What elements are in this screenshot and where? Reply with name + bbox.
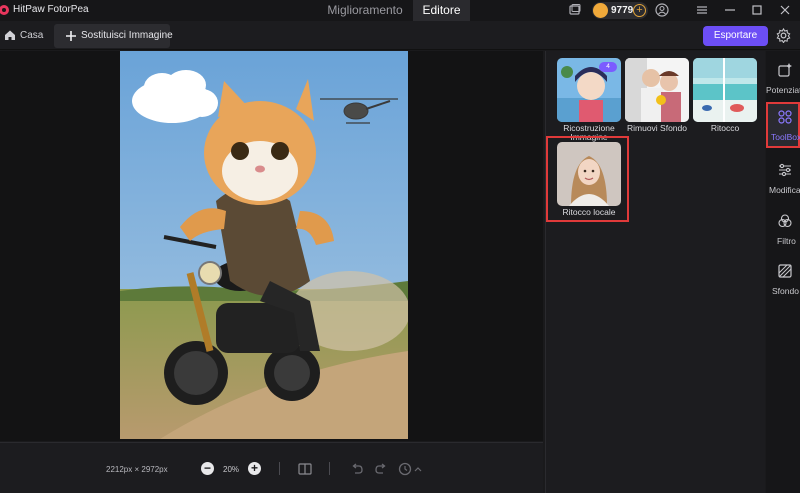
right-nav: Potenziatore ToolBox Modifica Filtro xyxy=(766,51,800,493)
coin-icon xyxy=(593,3,608,18)
replace-image-button[interactable]: Sostituisci Immagine xyxy=(54,24,173,48)
new-badge: 4 xyxy=(599,62,617,72)
edited-photo[interactable] xyxy=(120,51,408,439)
minimize-icon[interactable] xyxy=(723,3,737,17)
selection-highlight xyxy=(546,136,629,222)
credits-value: 9779 xyxy=(611,5,634,16)
nav-label: Sfondo xyxy=(772,286,799,296)
tool-thumbnail xyxy=(693,58,757,122)
add-credits-button[interactable]: + xyxy=(633,4,646,17)
credits-badge[interactable]: 9779 + xyxy=(592,2,648,19)
undo-icon[interactable] xyxy=(349,461,365,477)
tab-miglioramento[interactable]: Miglioramento xyxy=(316,0,414,21)
home-button[interactable]: Casa xyxy=(0,26,50,46)
zoom-level: 20% xyxy=(223,465,240,474)
nav-label: Filtro xyxy=(777,236,796,246)
divider xyxy=(279,462,280,475)
nav-item-modifica[interactable]: Modifica xyxy=(766,155,800,201)
settings-icon[interactable] xyxy=(776,28,791,43)
redo-icon[interactable] xyxy=(373,461,389,477)
chevron-up-icon[interactable] xyxy=(413,461,423,477)
nav-label: Potenziatore xyxy=(766,85,800,95)
close-icon[interactable] xyxy=(778,3,792,17)
sliders-icon xyxy=(779,163,791,177)
app-logo-icon xyxy=(0,5,9,15)
app-title: HitPaw FotorPea xyxy=(13,4,89,15)
canvas-bottom-bar: 2212px × 2972px − 20% + xyxy=(0,442,543,493)
home-label: Casa xyxy=(20,30,44,41)
home-icon xyxy=(5,30,15,40)
tool-label: Rimuovi Sfondo xyxy=(626,123,687,133)
gallery-icon[interactable] xyxy=(568,3,582,17)
plus-icon xyxy=(66,31,76,41)
export-button[interactable]: Esportare xyxy=(703,26,768,46)
sparkle-icon xyxy=(778,63,792,77)
maximize-icon[interactable] xyxy=(750,3,764,17)
title-bar: HitPaw FotorPea Miglioramento Editore 97… xyxy=(0,0,800,21)
compare-icon[interactable] xyxy=(297,461,313,477)
nav-label: Modifica xyxy=(769,185,800,195)
tool-label: Ritocco xyxy=(710,123,740,133)
tab-editore[interactable]: Editore xyxy=(413,0,470,21)
nav-label: ToolBox xyxy=(771,132,800,142)
circles-icon xyxy=(778,214,792,228)
tool-thumbnail xyxy=(625,58,689,122)
hatch-icon xyxy=(778,264,792,278)
zoom-in-button[interactable]: + xyxy=(248,462,261,475)
grid-icon xyxy=(778,110,792,124)
nav-item-filtro[interactable]: Filtro xyxy=(766,206,800,252)
nav-item-toolbox[interactable]: ToolBox xyxy=(766,102,800,148)
image-dimensions: 2212px × 2972px xyxy=(106,465,168,474)
divider xyxy=(329,462,330,475)
editor-toolbar: Casa Sostituisci Immagine Esportare xyxy=(0,21,800,50)
menu-icon[interactable] xyxy=(695,3,709,17)
toolbox-panel: 4 Ricostruzione Immagine Rimuovi Sfondo xyxy=(545,51,765,493)
replace-image-label: Sostituisci Immagine xyxy=(81,30,173,41)
nav-item-sfondo[interactable]: Sfondo xyxy=(766,256,800,302)
zoom-out-button[interactable]: − xyxy=(201,462,214,475)
nav-item-potenziatore[interactable]: Potenziatore xyxy=(766,55,800,101)
user-icon[interactable] xyxy=(655,3,669,17)
history-icon[interactable] xyxy=(397,461,413,477)
